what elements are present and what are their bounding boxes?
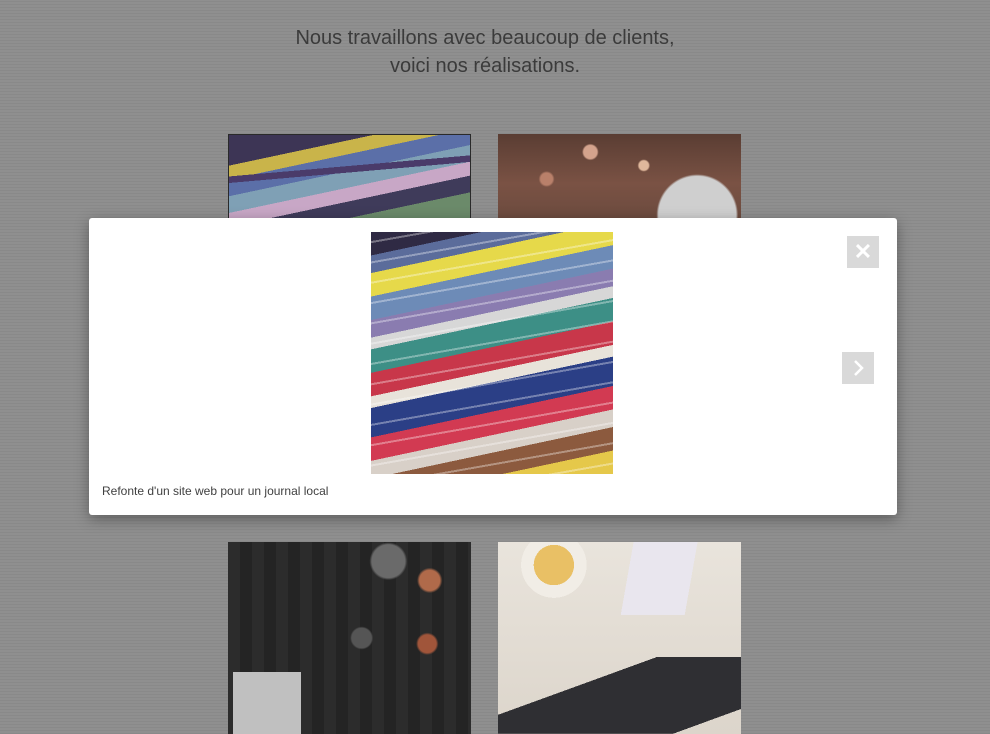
portfolio-thumb-magazines[interactable] [228,134,471,224]
close-button[interactable]: ✕ [847,236,879,268]
next-button[interactable] [842,352,874,384]
lightbox-modal: ✕ Refonte d'un site web pour un journal … [89,218,897,515]
portfolio-thumb-camera-gear[interactable] [228,542,471,734]
intro-line-1: Nous travaillons avec beaucoup de client… [295,27,675,49]
intro-text: Nous travaillons avec beaucoup de client… [0,24,970,80]
intro-line-2: voici nos réalisations. [389,55,581,77]
close-icon: ✕ [853,239,873,264]
portfolio-thumb-desk[interactable] [498,542,741,734]
lightbox-image [371,232,613,474]
chevron-right-icon [854,360,864,376]
portfolio-thumb-bokeh[interactable] [498,134,741,224]
lightbox-caption: Refonte d'un site web pour un journal lo… [102,484,329,498]
